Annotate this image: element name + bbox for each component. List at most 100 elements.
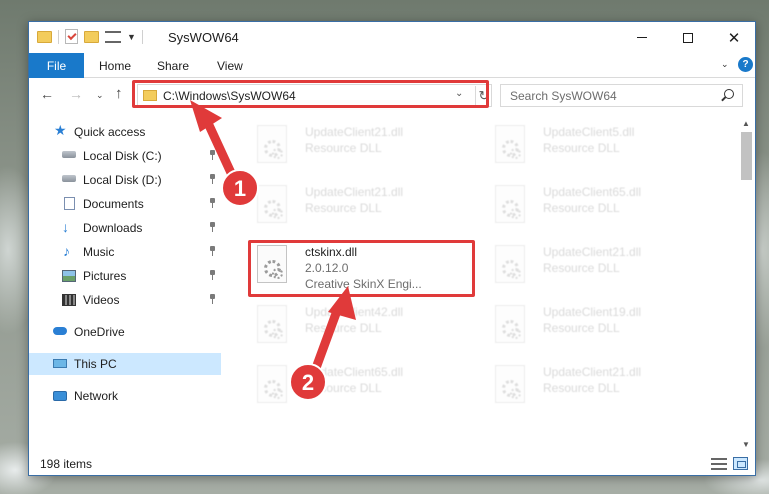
dll-file-icon <box>495 185 525 223</box>
dll-file-icon <box>257 125 287 163</box>
sidebar-item-music[interactable]: ♪ Music <box>29 241 221 263</box>
file-name: UpdateClient19.dll <box>543 305 642 319</box>
minimize-icon <box>637 37 647 38</box>
pin-icon[interactable] <box>209 150 216 160</box>
sidebar-item-label: Downloads <box>83 221 143 235</box>
sidebar-item-videos[interactable]: Videos <box>29 289 221 311</box>
tab-home[interactable]: Home <box>99 59 131 73</box>
file-name: UpdateClient21.dll <box>543 245 642 259</box>
music-icon: ♪ <box>63 243 70 259</box>
file-description: Resource DLL <box>543 321 620 335</box>
file-description: Resource DLL <box>543 381 620 395</box>
file-item[interactable]: UpdateClient5.dll Resource DLL <box>489 119 719 171</box>
forward-button[interactable]: → <box>69 86 83 102</box>
sidebar-item-this-pc[interactable]: This PC <box>29 353 221 375</box>
file-item[interactable]: UpdateClient21.dll Resource DLL <box>489 359 719 411</box>
download-icon: ↓ <box>62 219 69 235</box>
dll-file-icon <box>495 125 525 163</box>
search-input[interactable] <box>510 88 710 103</box>
sidebar-item-network[interactable]: Network <box>29 385 221 407</box>
new-folder-icon[interactable] <box>84 30 99 43</box>
view-options-icon[interactable] <box>105 30 121 43</box>
file-item[interactable]: UpdateClient65.dll Resource DLL <box>489 179 719 231</box>
expand-ribbon-icon[interactable]: ⌄ <box>721 59 729 70</box>
pin-icon[interactable] <box>209 246 216 256</box>
details-view-icon[interactable] <box>711 458 727 470</box>
divider <box>141 29 143 44</box>
help-icon[interactable]: ? <box>738 57 753 72</box>
file-item[interactable]: UpdateClient65.dll Resource DLL <box>251 359 481 411</box>
customize-toolbar-icon[interactable]: ▼ <box>127 32 136 42</box>
sidebar-item-label: Local Disk (C:) <box>83 149 162 163</box>
star-icon: ★ <box>54 122 67 138</box>
address-highlight-box <box>132 80 489 108</box>
sidebar-item-local-disk-d[interactable]: Local Disk (D:) <box>29 169 221 191</box>
sidebar-item-onedrive[interactable]: OneDrive <box>29 321 221 343</box>
sidebar-item-pictures[interactable]: Pictures <box>29 265 221 287</box>
divider <box>58 29 59 44</box>
navigation-bar: ← → ⌄ ↑ C:\Windows\SysWOW64 ⌄ ↻ <box>29 80 755 111</box>
window-title: SysWOW64 <box>168 30 239 45</box>
search-icon[interactable] <box>724 89 734 99</box>
up-button[interactable]: ↑ <box>115 85 123 102</box>
drive-icon <box>62 175 76 182</box>
file-item[interactable]: UpdateClient21.dll Resource DLL <box>489 239 719 291</box>
videos-icon <box>62 294 76 306</box>
minimize-button[interactable] <box>619 22 665 53</box>
file-name: UpdateClient42.dll <box>305 305 404 319</box>
file-description: Resource DLL <box>543 141 620 155</box>
file-item[interactable]: UpdateClient21.dll Resource DLL <box>251 119 481 171</box>
file-name: UpdateClient5.dll <box>543 125 635 139</box>
maximize-icon <box>683 32 693 43</box>
sidebar-item-label: Local Disk (D:) <box>83 173 162 187</box>
file-name: UpdateClient21.dll <box>543 365 642 379</box>
sidebar-item-label: Music <box>83 245 115 259</box>
tab-file[interactable]: File <box>29 53 84 78</box>
folder-icon[interactable] <box>37 30 52 43</box>
file-item[interactable]: UpdateClient21.dll Resource DLL <box>251 179 481 231</box>
vertical-scrollbar[interactable]: ▲ ▼ <box>738 117 755 452</box>
sidebar-item-downloads[interactable]: ↓ Downloads <box>29 217 221 239</box>
close-button[interactable]: ✕ <box>711 22 757 53</box>
dll-file-icon <box>495 245 525 283</box>
file-name: UpdateClient65.dll <box>305 365 404 379</box>
pin-icon[interactable] <box>209 174 216 184</box>
sidebar-item-quick-access[interactable]: ★ Quick access <box>29 121 221 143</box>
sidebar-item-label: Quick access <box>74 125 146 139</box>
search-box[interactable] <box>500 84 743 107</box>
quick-access-toolbar: ▼ <box>37 29 143 44</box>
status-bar: 198 items <box>29 452 755 476</box>
back-button[interactable]: ← <box>40 86 54 102</box>
scroll-down-icon[interactable]: ▼ <box>742 440 750 449</box>
tiles-view-icon[interactable] <box>733 457 748 470</box>
scroll-thumb[interactable] <box>741 132 752 180</box>
sidebar-item-documents[interactable]: Documents <box>29 193 221 215</box>
pin-icon[interactable] <box>209 222 216 232</box>
properties-icon[interactable] <box>65 29 78 44</box>
dll-file-icon <box>495 305 525 343</box>
sidebar-item-local-disk-c[interactable]: Local Disk (C:) <box>29 145 221 167</box>
close-icon: ✕ <box>727 29 741 47</box>
sidebar-item-label: OneDrive <box>74 325 125 339</box>
file-item[interactable]: UpdateClient19.dll Resource DLL <box>489 299 719 351</box>
ribbon: File Home Share View ⌄ ? <box>29 53 755 78</box>
file-description: Resource DLL <box>543 261 620 275</box>
computer-icon <box>53 359 67 368</box>
file-item[interactable]: UpdateClient42.dll Resource DLL <box>251 299 481 351</box>
navigation-pane: ★ Quick access Local Disk (C:) Local Dis… <box>29 117 221 452</box>
pin-icon[interactable] <box>209 270 216 280</box>
maximize-button[interactable] <box>665 22 711 53</box>
cloud-icon <box>53 327 67 335</box>
scroll-up-icon[interactable]: ▲ <box>742 119 750 128</box>
tab-view[interactable]: View <box>217 59 243 73</box>
documents-icon <box>64 197 75 210</box>
pin-icon[interactable] <box>209 294 216 304</box>
file-description: Resource DLL <box>305 381 382 395</box>
file-name: UpdateClient65.dll <box>543 185 642 199</box>
pin-icon[interactable] <box>209 198 216 208</box>
dll-file-icon <box>257 305 287 343</box>
sidebar-item-label: Videos <box>83 293 120 307</box>
recent-locations-button[interactable]: ⌄ <box>96 90 104 101</box>
file-name: UpdateClient21.dll <box>305 125 404 139</box>
tab-share[interactable]: Share <box>157 59 189 73</box>
